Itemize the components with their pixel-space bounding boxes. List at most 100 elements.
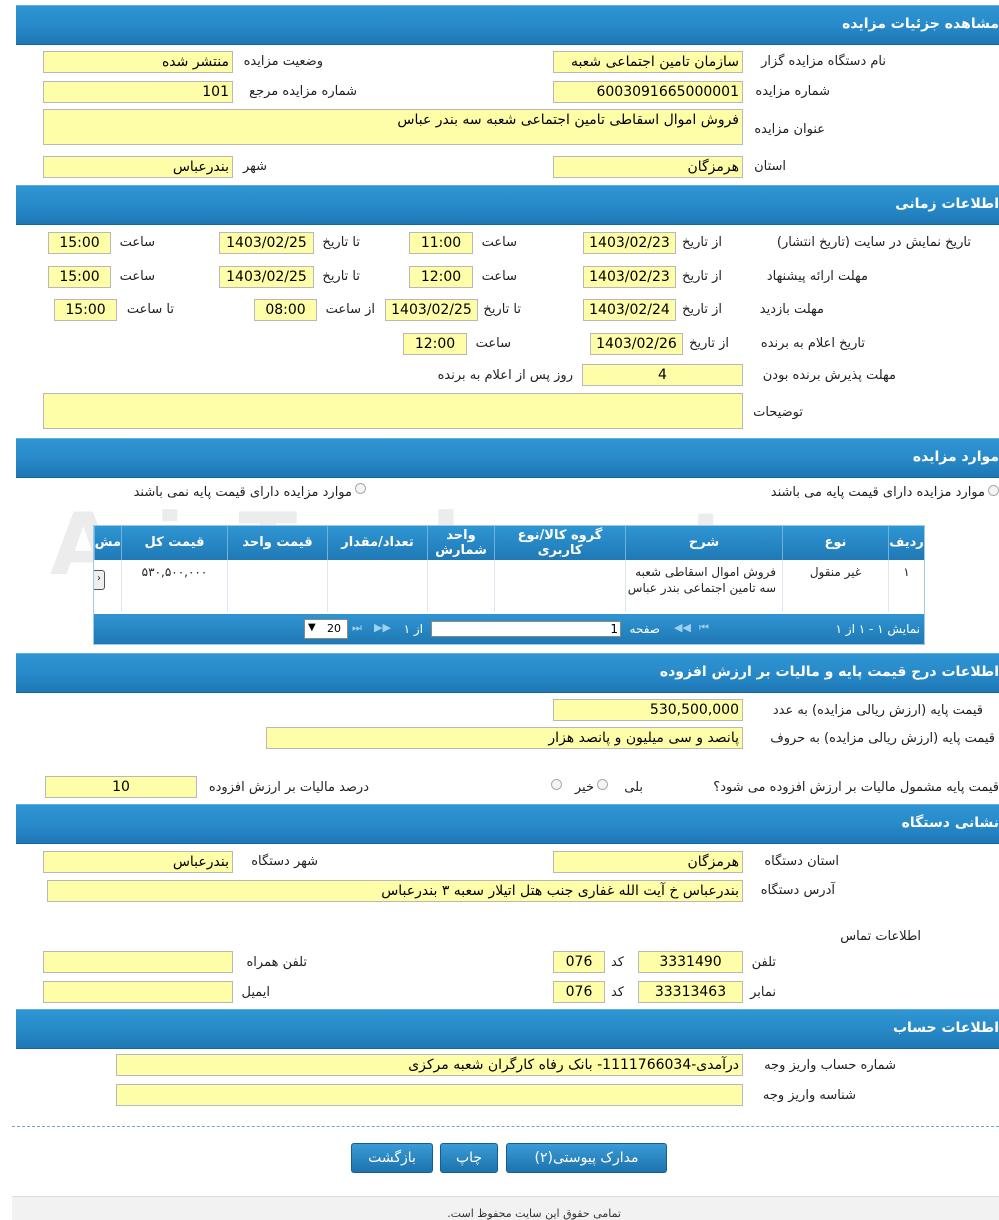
winner-time-field[interactable]: 12:00	[403, 333, 467, 355]
fax-field[interactable]: 33313463	[638, 981, 743, 1003]
section-header-items: موارد مزایده	[16, 438, 999, 478]
from-hour-label: از ساعت	[325, 302, 375, 317]
status-label: وضعیت مزایده	[243, 54, 323, 69]
back-button[interactable]: بازگشت	[351, 1143, 433, 1173]
hour-label: ساعت	[481, 269, 517, 284]
fax-code-label: کد	[610, 985, 624, 1000]
ref-field[interactable]: 101	[43, 81, 233, 103]
id-field[interactable]	[116, 1084, 743, 1106]
offer-from-time-field[interactable]: 12:00	[409, 266, 473, 288]
addr-city-field[interactable]: بندرعباس	[43, 851, 233, 873]
from-date-label: از تاریخ	[689, 336, 729, 351]
vat-pct-label: درصد مالیات بر ارزش افزوده	[208, 780, 369, 795]
phone-code-field[interactable]: 076	[553, 951, 605, 973]
org-field[interactable]: سازمان تامین اجتماعی شعبه	[553, 51, 743, 73]
mobile-label: تلفن همراه	[246, 955, 308, 970]
col-unit[interactable]: واحد شمارش	[427, 526, 494, 560]
province-label: استان	[754, 159, 786, 174]
vat-yes-label: بلی	[624, 780, 643, 795]
display-to-field[interactable]: 1403/02/25	[219, 232, 314, 254]
hour-label: ساعت	[475, 336, 511, 351]
from-date-label: از تاریخ	[682, 235, 722, 250]
base-num-field[interactable]: 530,500,000	[553, 699, 743, 721]
to-date-label: تا تاریخ	[322, 269, 360, 284]
addr-field[interactable]: بندرعباس خ آیت الله غفاری جنب هتل اتیلار…	[47, 880, 743, 902]
visit-to-time-field[interactable]: 15:00	[54, 299, 117, 321]
vat-question-label: قیمت پایه مشمول مالیات بر ارزش افزوده می…	[713, 780, 999, 795]
fax-label: نمابر	[750, 985, 776, 1000]
pager-first-icon[interactable]: ⏮	[699, 621, 709, 635]
col-type[interactable]: نوع	[782, 526, 888, 560]
visit-to-field[interactable]: 1403/02/25	[385, 299, 478, 321]
id-label: شناسه واریز وجه	[762, 1088, 856, 1103]
visit-from-field[interactable]: 1403/02/24	[583, 299, 676, 321]
mobile-field[interactable]	[43, 951, 233, 973]
email-label: ایمیل	[241, 985, 270, 1000]
from-date-label: از تاریخ	[682, 269, 722, 284]
notes-field[interactable]	[43, 393, 743, 429]
col-more[interactable]: مش	[94, 526, 121, 560]
visit-from-time-field[interactable]: 08:00	[254, 299, 317, 321]
addr-province-label: استان دستگاه	[764, 854, 839, 869]
pager-showing: نمایش ۱ - ۱ از ۱	[835, 622, 920, 636]
attachments-button[interactable]: مدارک پیوستی(۲)	[506, 1143, 667, 1173]
col-row[interactable]: ردیف	[888, 526, 924, 560]
cell-qty	[327, 560, 427, 612]
footer-copyright: تمامی حقوق این سایت محفوظ است.	[447, 1207, 621, 1220]
col-unit-price[interactable]: قیمت واحد	[227, 526, 327, 560]
col-group[interactable]: گروه کالا/نوع کاربری	[494, 526, 625, 560]
winner-date-field[interactable]: 1403/02/26	[590, 333, 683, 355]
offer-to-field[interactable]: 1403/02/25	[219, 266, 314, 288]
radio-without-price[interactable]	[355, 483, 366, 494]
province-field[interactable]: هرمزگان	[553, 156, 743, 178]
visit-label: مهلت بازدید	[759, 302, 824, 317]
pager-prev-icon[interactable]: ◀◀	[674, 621, 691, 634]
display-from-field[interactable]: 1403/02/23	[583, 232, 676, 254]
winner-label: تاریخ اعلام به برنده	[760, 336, 865, 351]
col-desc[interactable]: شرح	[625, 526, 782, 560]
email-field[interactable]	[43, 981, 233, 1003]
col-qty[interactable]: تعداد/مقدار	[327, 526, 427, 560]
vat-yes-radio[interactable]	[597, 779, 608, 790]
vat-pct-field[interactable]: 10	[45, 776, 197, 798]
row-detail-button[interactable]: ›	[94, 570, 105, 590]
fax-code-field[interactable]: 076	[553, 981, 605, 1003]
title-label: عنوان مزایده	[754, 122, 825, 137]
pager-of-label: از ۱	[403, 622, 423, 636]
section-header-price: اطلاعات درج قیمت پایه و مالیات بر ارزش ا…	[16, 653, 999, 693]
pager-last-icon[interactable]: ⏭	[352, 621, 362, 635]
number-field[interactable]: 6003091665000001	[553, 81, 743, 103]
to-date-label: تا تاریخ	[322, 235, 360, 250]
title-field[interactable]: فروش اموال اسقاطی تامین اجتماعی شعبه سه …	[43, 109, 743, 145]
display-from-time-field[interactable]: 11:00	[409, 232, 473, 254]
hour-label: ساعت	[481, 235, 517, 250]
offer-to-time-field[interactable]: 15:00	[48, 266, 111, 288]
acc-field[interactable]: درآمدی-1111766034- بانک رفاه کارگران شعب…	[116, 1054, 743, 1076]
section-header-address: نشانی دستگاه	[16, 804, 999, 844]
radio-with-price[interactable]	[988, 485, 999, 496]
pager-page-input[interactable]: 1	[431, 621, 621, 637]
notes-label: توضیحات	[753, 405, 803, 420]
col-total[interactable]: قیمت کل	[121, 526, 227, 560]
offer-from-field[interactable]: 1403/02/23	[583, 266, 676, 288]
status-field[interactable]: منتشر شده	[43, 51, 233, 73]
cell-row: ۱	[888, 560, 924, 612]
vat-no-radio[interactable]	[551, 779, 562, 790]
city-field[interactable]: بندرعباس	[43, 156, 233, 178]
addr-city-label: شهر دستگاه	[251, 854, 318, 869]
grid-pager: نمایش ۱ - ۱ از ۱ ⏮ ◀◀ صفحه 1 از ۱ ▶▶ ⏭ 2…	[94, 614, 924, 644]
base-text-field[interactable]: پانصد و سی میلیون و پانصد هزار	[266, 727, 743, 749]
display-to-time-field[interactable]: 15:00	[48, 232, 111, 254]
print-button[interactable]: چاپ	[440, 1143, 498, 1173]
contact-label: اطلاعات تماس	[840, 929, 921, 944]
radio-without-price-label: موارد مزایده دارای قیمت پایه نمی باشند	[133, 485, 352, 500]
phone-label: تلفن	[751, 955, 776, 970]
cell-unit	[427, 560, 494, 612]
hour-label: ساعت	[119, 269, 155, 284]
divider	[12, 1126, 999, 1127]
phone-field[interactable]: 3331490	[638, 951, 743, 973]
cell-group	[494, 560, 625, 612]
addr-province-field[interactable]: هرمزگان	[553, 851, 743, 873]
pager-next-icon[interactable]: ▶▶	[374, 621, 391, 634]
accept-field[interactable]: 4	[582, 364, 743, 386]
